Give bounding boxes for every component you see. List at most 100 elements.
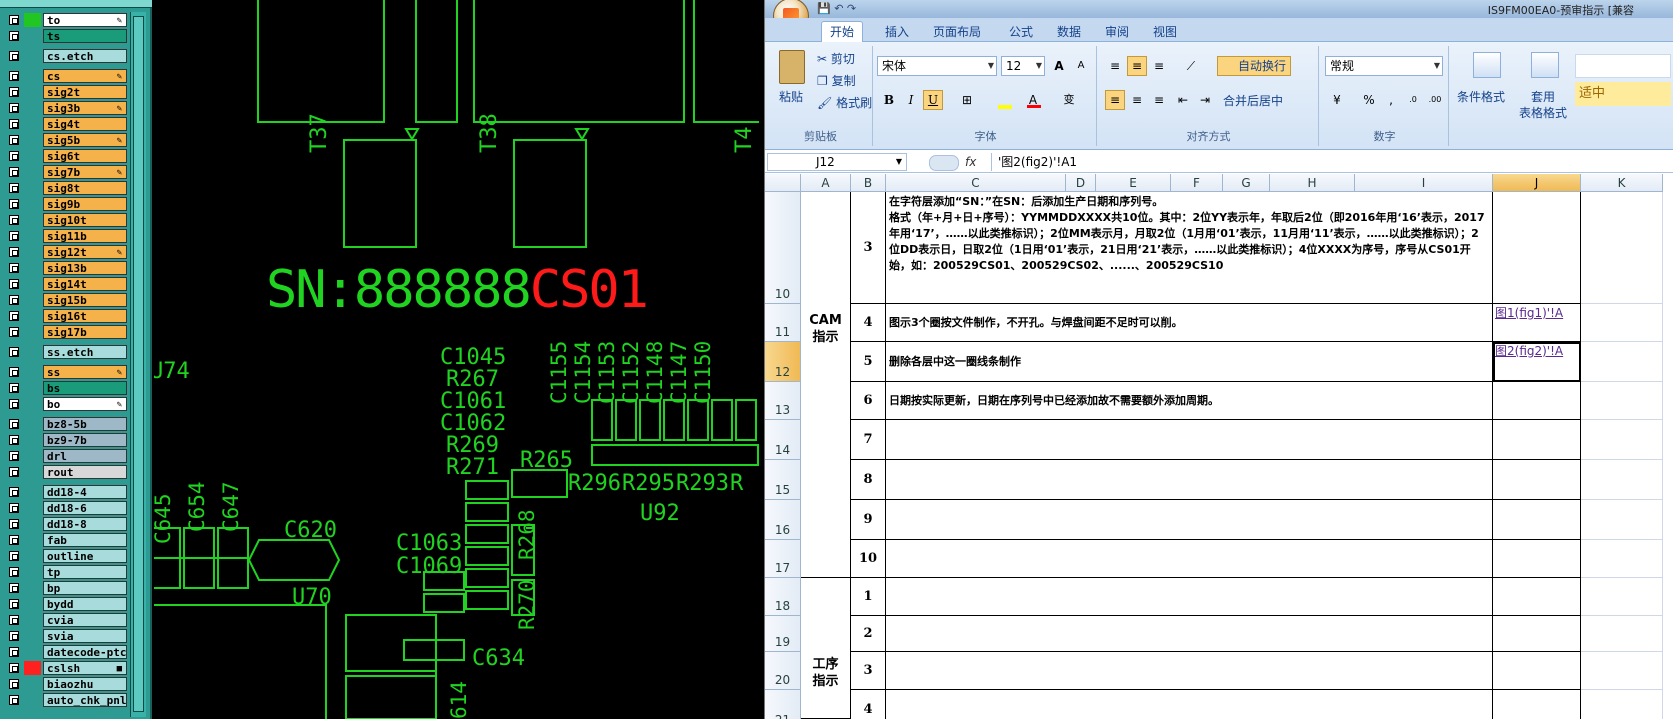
layer-checkbox[interactable] — [9, 263, 19, 273]
layer-checkbox[interactable] — [9, 367, 19, 377]
layer-checkbox[interactable] — [9, 519, 19, 529]
layer-color-swatch[interactable] — [24, 485, 41, 499]
row-header-17[interactable]: 17 — [765, 540, 801, 578]
comma-button[interactable]: , — [1381, 90, 1401, 110]
tab-formulas[interactable]: 公式 — [1001, 22, 1041, 42]
layer-row-sig2t[interactable]: sig2t — [4, 84, 127, 100]
layer-color-swatch[interactable] — [24, 381, 41, 395]
layer-row-sig17b[interactable]: sig17b — [4, 324, 127, 340]
cell-seq[interactable]: 7 — [851, 420, 886, 460]
layer-checkbox[interactable] — [9, 71, 19, 81]
layer-name[interactable]: sig4t — [43, 117, 127, 131]
cell-empty[interactable] — [1581, 192, 1663, 304]
cell-instruction[interactable] — [886, 690, 1493, 719]
layer-checkbox[interactable] — [9, 487, 19, 497]
cell-empty[interactable] — [1581, 460, 1663, 500]
layer-color-swatch[interactable] — [24, 629, 41, 643]
layer-color-swatch[interactable] — [24, 101, 41, 115]
tab-review[interactable]: 审阅 — [1097, 22, 1137, 42]
cell-empty[interactable] — [1581, 500, 1663, 540]
cell-link[interactable] — [1493, 382, 1581, 420]
scrollbar-thumb[interactable] — [133, 16, 144, 712]
row-header-12[interactable]: 12 — [765, 342, 801, 382]
row-header-14[interactable]: 14 — [765, 420, 801, 460]
layer-color-swatch[interactable] — [24, 69, 41, 83]
select-all-corner[interactable] — [765, 174, 801, 192]
layer-name[interactable]: dd18-8 — [43, 517, 127, 531]
layer-name[interactable]: cs.etch — [43, 49, 127, 63]
layer-checkbox[interactable] — [9, 695, 19, 705]
layer-color-swatch[interactable] — [24, 565, 41, 579]
fill-color-button[interactable] — [995, 90, 1015, 110]
cell-instruction[interactable]: 图示3个圈按文件制作，不开孔。与焊盘间距不足时可以削。 — [886, 304, 1493, 342]
worksheet-grid[interactable]: A B C D E F G H I J K 10 3 在字符层添加“SN：”在SN：后添加生产日期和序列号… — [765, 174, 1673, 719]
layer-checkbox[interactable] — [9, 327, 19, 337]
cell-seq[interactable]: 6 — [851, 382, 886, 420]
cell-link[interactable] — [1493, 652, 1581, 690]
cell-link[interactable]: 图1(fig1)'!A — [1493, 304, 1581, 342]
layer-row-cs[interactable]: cs ✎ — [4, 68, 127, 84]
layer-row-dd18-6[interactable]: dd18-6 — [4, 500, 127, 516]
layer-name[interactable]: dd18-6 — [43, 501, 127, 515]
grow-font-button[interactable]: A — [1049, 56, 1069, 76]
cell-instruction[interactable] — [886, 616, 1493, 652]
italic-button[interactable]: I — [901, 90, 921, 110]
layer-name[interactable]: sig5b ✎ — [43, 133, 127, 147]
conditional-format-icon[interactable] — [1473, 52, 1501, 78]
cell-empty[interactable] — [1581, 382, 1663, 420]
cell-style-neutral[interactable]: 适中 — [1575, 82, 1671, 106]
cell-empty[interactable] — [1581, 616, 1663, 652]
layer-color-swatch[interactable] — [24, 213, 41, 227]
column-header-H[interactable]: H — [1270, 174, 1355, 192]
cell-empty[interactable] — [1581, 304, 1663, 342]
cell-link[interactable] — [1493, 192, 1581, 304]
tab-insert[interactable]: 插入 — [877, 22, 917, 42]
layer-name[interactable]: sig14t — [43, 277, 127, 291]
layer-name[interactable]: cs ✎ — [43, 69, 127, 83]
bold-button[interactable]: B — [879, 90, 899, 110]
layer-row-sig3b[interactable]: sig3b ✎ — [4, 100, 127, 116]
layer-checkbox[interactable] — [9, 199, 19, 209]
layer-checkbox[interactable] — [9, 383, 19, 393]
layer-checkbox[interactable] — [9, 167, 19, 177]
cell-seq[interactable]: 4 — [851, 304, 886, 342]
cell-link[interactable] — [1493, 500, 1581, 540]
layer-name[interactable]: sig13b — [43, 261, 127, 275]
layer-color-swatch[interactable] — [24, 49, 41, 63]
layer-checkbox[interactable] — [9, 231, 19, 241]
row-header-13[interactable]: 13 — [765, 382, 801, 420]
cell-seq[interactable]: 9 — [851, 500, 886, 540]
layer-color-swatch[interactable] — [24, 293, 41, 307]
layer-color-swatch[interactable] — [24, 117, 41, 131]
layer-checkbox[interactable] — [9, 631, 19, 641]
column-header-D[interactable]: D — [1066, 174, 1096, 192]
cell-style-normal[interactable] — [1575, 54, 1671, 78]
layer-row-sig4t[interactable]: sig4t — [4, 116, 127, 132]
layer-row-sig5b[interactable]: sig5b ✎ — [4, 132, 127, 148]
borders-icon[interactable]: ⊞ — [957, 90, 977, 110]
row-header-21[interactable]: 21 — [765, 690, 801, 719]
layer-color-swatch[interactable] — [24, 517, 41, 531]
align-right-icon[interactable]: ≡ — [1149, 90, 1169, 110]
layer-name[interactable]: ss.etch — [43, 345, 127, 359]
cell-link[interactable] — [1493, 540, 1581, 578]
row-header-11[interactable]: 11 — [765, 304, 801, 342]
layer-name[interactable]: sig3b ✎ — [43, 101, 127, 115]
cell-empty[interactable] — [1581, 690, 1663, 719]
layer-checkbox[interactable] — [9, 535, 19, 545]
cell-link[interactable] — [1493, 690, 1581, 719]
cell-instruction[interactable] — [886, 420, 1493, 460]
layer-checkbox[interactable] — [9, 119, 19, 129]
layer-name[interactable]: rout — [43, 465, 127, 479]
layer-checkbox[interactable] — [9, 503, 19, 513]
layer-row-sig9b[interactable]: sig9b — [4, 196, 127, 212]
layer-name[interactable]: drl — [43, 449, 127, 463]
formula-input[interactable]: '图2(fig2)'!A1 — [991, 153, 1673, 171]
layer-checkbox[interactable] — [9, 347, 19, 357]
cell-seq[interactable]: 4 — [851, 690, 886, 719]
layer-row-bs[interactable]: bs — [4, 380, 127, 396]
column-header-J[interactable]: J — [1493, 174, 1581, 192]
layer-color-swatch[interactable] — [24, 165, 41, 179]
cell-seq[interactable]: 1 — [851, 578, 886, 616]
decrease-decimal-icon[interactable]: .00 — [1425, 90, 1445, 110]
